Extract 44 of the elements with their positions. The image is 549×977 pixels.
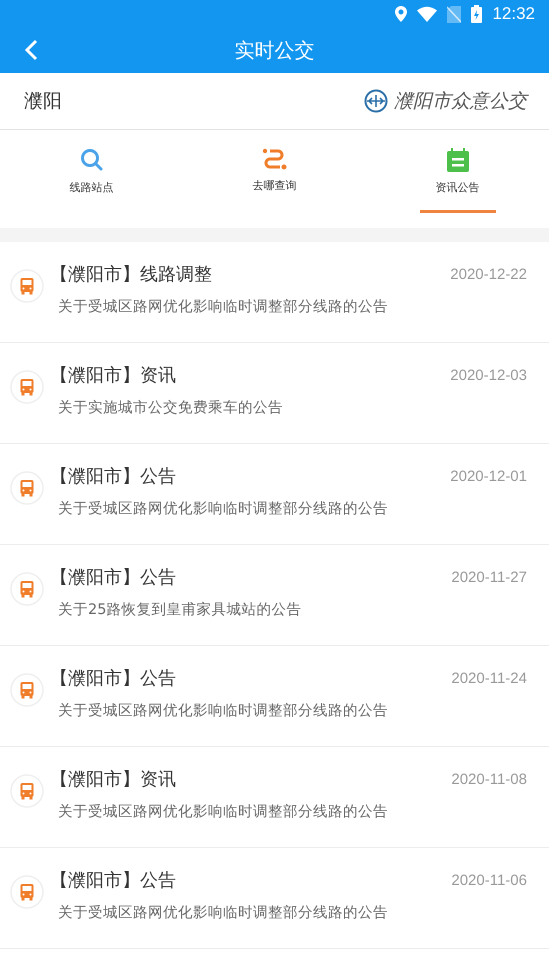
location-icon [395,6,408,22]
notice-date: 2020-11-24 [451,670,527,686]
notice-summary: 关于实施城市公交免费乘车的公告 [58,398,284,417]
notice-summary: 关于25路恢复到皇甫家具城站的公告 [58,600,302,619]
bus-icon [10,572,44,606]
bus-icon [10,774,44,808]
header-title: 实时公交 [234,37,314,64]
notice-date: 2020-12-01 [450,468,527,484]
tab[interactable]: 资讯公告 [420,130,496,213]
bus-company-name: 濮阳市众意公交 [394,89,527,114]
city-name[interactable]: 濮阳 [24,88,62,114]
notice-title[interactable]: 【濮阳市】公告 [50,565,176,589]
bus-company-logo-icon [364,89,388,113]
notice-date: 2020-12-22 [450,266,527,282]
notice-summary: 关于受城区路网优化影响临时调整部分线路的公告 [58,500,389,518]
notice-date: 2020-12-03 [450,366,527,384]
bus-icon [10,269,44,303]
bus-icon [10,875,44,909]
tab[interactable]: 线路站点 [54,130,130,213]
bus-icon [10,471,44,505]
search-icon [80,148,104,172]
route-icon [262,148,288,170]
notice-summary: 关于受城区路网优化影响临时调整部分线路的公告 [58,702,389,720]
notice-summary: 关于受城区路网优化影响临时调整部分线路的公告 [58,802,389,821]
notice-title[interactable]: 【濮阳市】线路调整 [50,262,212,286]
notice-title[interactable]: 【濮阳市】资讯 [50,767,176,791]
bus-icon [10,673,44,707]
notice-summary: 关于受城区路网优化影响临时调整部分线路的公告 [58,298,389,316]
bus-icon [10,370,44,404]
tab[interactable]: 去哪查询 [236,130,312,213]
notice-title[interactable]: 【濮阳市】资讯 [50,363,176,387]
battery-icon [471,5,482,23]
notice-title[interactable]: 【濮阳市】公告 [50,868,176,892]
wifi-icon [417,6,438,22]
notice-title[interactable]: 【濮阳市】公告 [50,464,176,488]
status-time: 12:32 [492,4,535,24]
notice-date: 2020-11-27 [451,568,527,586]
notice-date: 2020-11-08 [451,770,527,788]
no-sim-icon [447,6,462,22]
back-icon[interactable] [24,39,38,61]
notice-title[interactable]: 【濮阳市】公告 [50,666,176,690]
notepad-icon [446,148,470,172]
notice-summary: 关于受城区路网优化影响临时调整部分线路的公告 [58,904,389,922]
notice-date: 2020-11-06 [451,872,527,888]
